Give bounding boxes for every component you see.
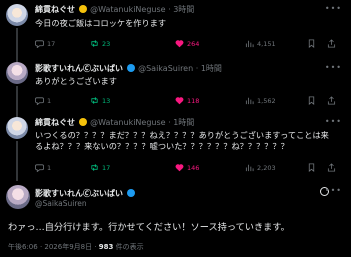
share-button[interactable] — [327, 39, 336, 48]
timestamp[interactable]: 午後6:06 · 2026年9月8日 · — [8, 243, 99, 251]
bookmark-icon — [308, 39, 315, 48]
author-handle[interactable]: @WatanukiNeguse — [90, 118, 165, 127]
action-bar: 17 23 264 4,151 — [35, 39, 343, 49]
author-handle[interactable]: @WatanukiNeguse — [90, 5, 165, 14]
heart-icon — [175, 40, 184, 48]
author-name[interactable]: 影歌すいれん🄫ぶいぱい — [35, 188, 136, 199]
share-icon — [327, 96, 336, 105]
like-button[interactable]: 146 — [175, 163, 199, 172]
verified-badge-icon — [126, 189, 135, 197]
verified-badge-icon — [78, 5, 87, 13]
verified-badge-icon — [78, 118, 87, 126]
author-name[interactable]: 綿貫ねぐせ — [35, 118, 75, 127]
heart-icon — [175, 97, 184, 105]
bookmark-icon — [308, 96, 315, 105]
reply-tweet[interactable]: 綿貫ねぐせ @WatanukiNeguse · 1時間 ••• いつくるの？？？… — [0, 113, 351, 181]
retweet-count: 23 — [102, 39, 111, 48]
share-button[interactable] — [327, 163, 336, 172]
like-count: 146 — [187, 163, 200, 172]
action-bar: 1 17 146 2,203 — [35, 163, 343, 173]
like-count: 118 — [187, 96, 200, 105]
reply-tweet[interactable]: 影歌すいれん🄫ぶいぱい @SaikaSuiren · 1時間 ••• ありがとう… — [0, 60, 351, 118]
reply-count: 1 — [47, 96, 52, 105]
more-options-icon[interactable]: ••• — [325, 4, 342, 13]
views-count: 983 — [98, 243, 114, 251]
separator-dot: · — [168, 5, 171, 14]
views-count: 4,151 — [257, 39, 276, 48]
share-icon — [327, 163, 336, 172]
tweet-header: 綿貫ねぐせ @WatanukiNeguse · 3時間 — [35, 5, 194, 15]
separator-dot: · — [195, 64, 199, 73]
views-button[interactable]: 4,151 — [245, 39, 276, 48]
tweet-text: ありがとうございます — [35, 76, 117, 86]
avatar[interactable] — [6, 62, 28, 84]
views-button[interactable]: 1,562 — [245, 96, 276, 105]
retweet-count: 13 — [102, 96, 111, 105]
reply-button[interactable]: 17 — [35, 39, 55, 48]
retweet-count: 17 — [102, 163, 111, 172]
retweet-button[interactable]: 17 — [90, 163, 110, 172]
avatar[interactable] — [6, 185, 30, 209]
retweet-icon — [91, 40, 98, 47]
reply-icon — [35, 164, 44, 172]
share-button[interactable] — [327, 96, 336, 105]
bookmark-button[interactable] — [307, 39, 316, 48]
views-count: 1,562 — [257, 96, 276, 105]
retweet-icon — [91, 97, 98, 104]
bookmark-button[interactable] — [307, 96, 316, 105]
reply-button[interactable]: 1 — [35, 163, 51, 172]
retweet-button[interactable]: 13 — [90, 96, 110, 105]
reply-count: 17 — [47, 39, 56, 48]
views-label: 件の表示 — [113, 243, 144, 251]
thread-line — [16, 141, 18, 181]
tweet-meta: 午後6:06 · 2026年9月8日 · 983 件の表示 — [8, 242, 144, 252]
bookmark-icon — [308, 163, 315, 172]
more-options-icon[interactable]: ••• — [325, 186, 342, 195]
like-button[interactable]: 264 — [175, 39, 199, 48]
more-options-icon[interactable]: ••• — [325, 117, 342, 126]
thread-line — [16, 28, 18, 62]
reply-tweet[interactable]: 綿貫ねぐせ @WatanukiNeguse · 3時間 ••• 今日の夜ご飯はコ… — [0, 0, 351, 62]
views-count: 2,203 — [257, 163, 276, 172]
views-icon — [245, 97, 254, 105]
author-handle[interactable]: @SaikaSuiren — [138, 64, 193, 73]
heart-icon — [175, 164, 184, 172]
like-button[interactable]: 118 — [175, 96, 199, 105]
tweet-text: いつくるの？？？？まだ？？？ねえ？？？？ありがとうございますってことは来るよね？… — [35, 130, 329, 151]
share-icon — [327, 39, 336, 48]
views-icon — [245, 164, 254, 172]
author-name[interactable]: 綿貫ねぐせ — [35, 5, 75, 14]
reply-icon — [35, 97, 44, 105]
separator-dot: · — [168, 118, 171, 127]
reply-icon — [35, 40, 44, 48]
bookmark-button[interactable] — [307, 163, 316, 172]
like-count: 264 — [187, 39, 200, 48]
grok-icon[interactable] — [320, 187, 329, 196]
timestamp[interactable]: 3時間 — [173, 5, 194, 14]
reply-button[interactable]: 1 — [35, 96, 51, 105]
retweet-button[interactable]: 23 — [90, 39, 110, 48]
views-button[interactable]: 2,203 — [245, 163, 276, 172]
views-icon — [245, 40, 254, 48]
verified-badge-icon — [126, 64, 135, 72]
avatar[interactable] — [6, 117, 28, 139]
reply-count: 1 — [47, 163, 52, 172]
tweet-header: 影歌すいれん🄫ぶいぱい @SaikaSuiren · 1時間 — [35, 64, 222, 74]
retweet-icon — [91, 164, 98, 171]
action-bar: 1 13 118 1,562 — [35, 96, 343, 106]
tweet-text: わァっ…自分行けます。行かせてください！ソース持っていきます。 — [8, 222, 290, 233]
author-name[interactable]: 影歌すいれん🄫ぶいぱい — [35, 64, 123, 73]
tweet-text: 今日の夜ご飯はコロッケを作ります — [35, 18, 167, 28]
avatar[interactable] — [6, 4, 28, 26]
timestamp[interactable]: 1時間 — [173, 118, 194, 127]
more-options-icon[interactable]: ••• — [325, 63, 342, 72]
author-name-text: 影歌すいれん🄫ぶいぱい — [35, 189, 123, 198]
timestamp[interactable]: 1時間 — [201, 64, 222, 73]
author-handle[interactable]: @SaikaSuiren — [35, 199, 87, 208]
tweet-header: 綿貫ねぐせ @WatanukiNeguse · 1時間 — [35, 118, 194, 128]
